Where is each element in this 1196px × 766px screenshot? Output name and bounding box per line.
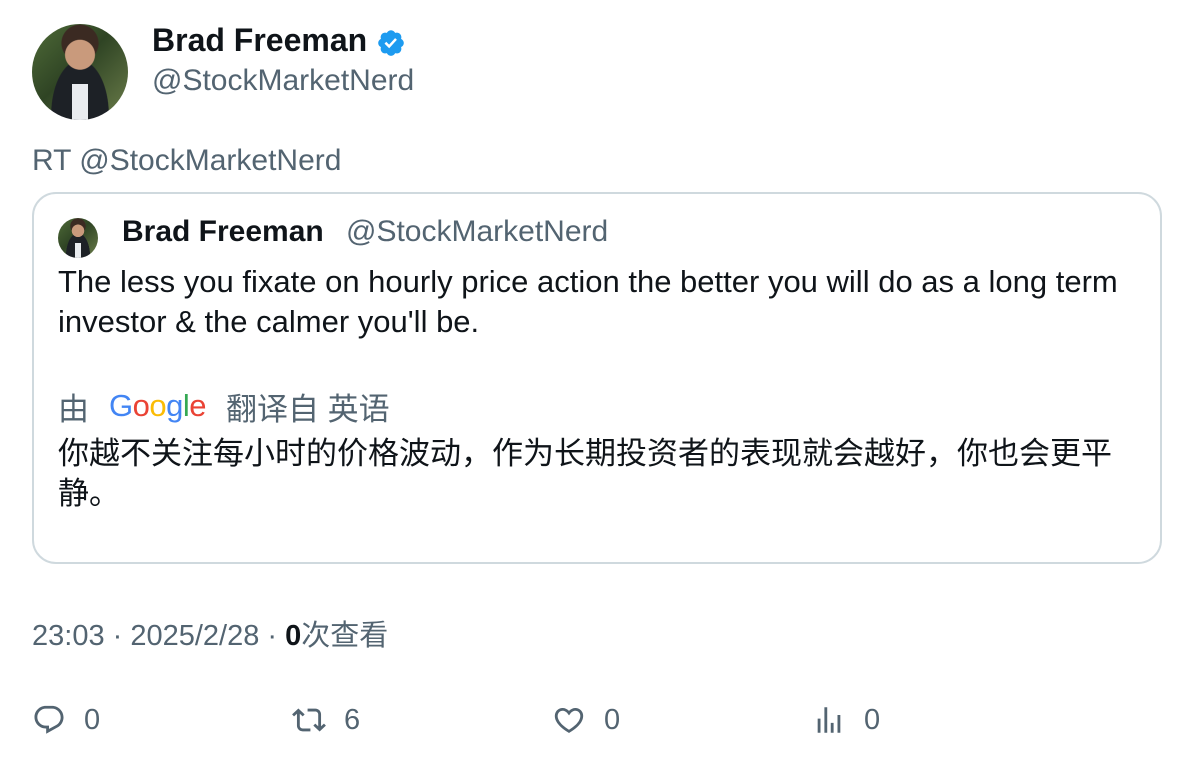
like-button[interactable]: 0 [552,700,620,740]
tweet-time[interactable]: 23:03 [32,620,105,652]
translation-attribution: 由 Google 翻译自 英语 [58,384,390,428]
like-icon [554,707,584,733]
author-handle[interactable]: @StockMarketNerd [152,64,414,98]
views-label: 次查看 [301,620,389,652]
retweet-count: 6 [344,703,361,736]
author-name[interactable]: Brad Freeman [152,22,367,59]
views-button[interactable]: 0 [812,700,880,740]
tweet-meta: 23:03 · 2025/2/28 · 0次查看 [32,612,388,654]
verified-badge-icon [378,30,404,56]
views-icon [817,707,841,733]
google-logo: Google [109,388,207,423]
tweet-date[interactable]: 2025/2/28 [130,620,259,652]
views-action-count: 0 [864,703,881,736]
avatar-shirt [72,83,88,120]
retweet-button[interactable]: 6 [292,700,360,740]
like-count: 0 [604,703,621,736]
views-count: 0 [285,620,302,652]
author-avatar[interactable] [32,24,128,120]
translation-prefix: 由 [58,391,89,427]
quoted-avatar[interactable] [58,218,98,258]
reply-icon [34,705,64,734]
retweet-icon [292,708,326,732]
reply-button[interactable]: 0 [32,700,100,740]
quoted-avatar-shirt [74,242,82,258]
quoted-author-handle[interactable]: @StockMarketNerd [346,215,608,249]
meta-separator-2: · [259,620,286,652]
quoted-tweet-text: The less you fixate on hourly price acti… [58,264,1118,339]
quoted-author-name[interactable]: Brad Freeman [122,215,324,249]
translation-suffix: 翻译自 英语 [226,391,390,427]
reply-count: 0 [84,703,101,736]
translated-text: 你越不关注每小时的价格波动，作为长期投资者的表现就会越好，你也会更平静。 [58,436,1112,511]
retweet-text: RT @StockMarketNerd [32,144,342,177]
meta-separator-1: · [104,620,131,652]
